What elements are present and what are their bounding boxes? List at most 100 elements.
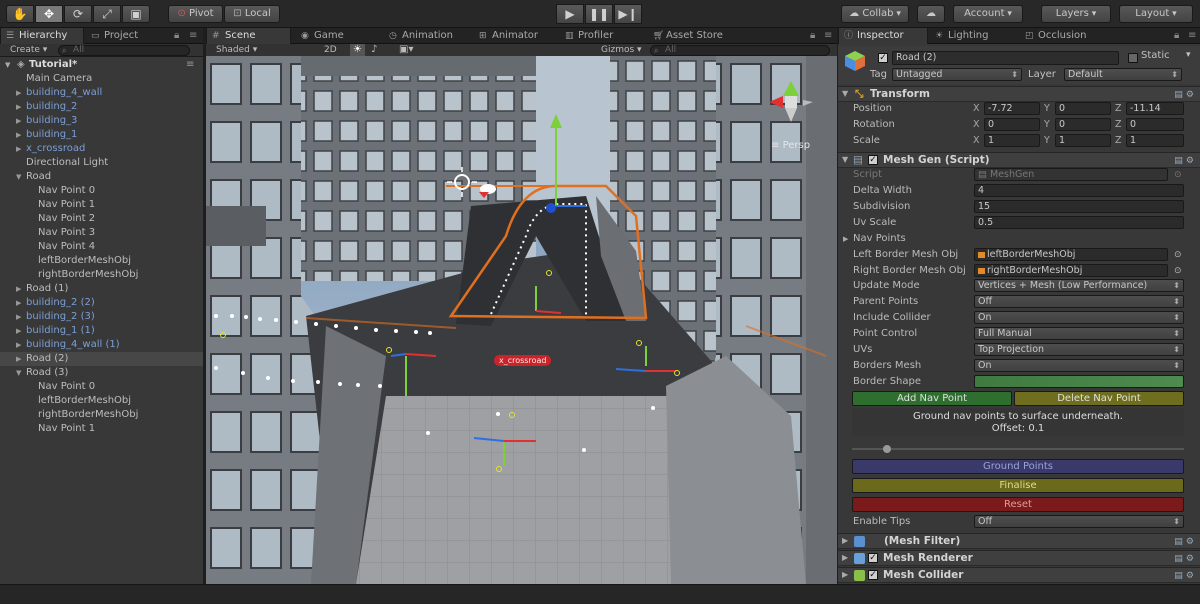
tab-occlusion[interactable]: ◰ Occlusion — [1020, 28, 1110, 44]
static-dropdown-icon[interactable]: ▾ — [1186, 50, 1191, 60]
collab-dropdown[interactable]: ☁ Collab — [841, 5, 909, 23]
panel-menu-icon[interactable]: ≡ — [189, 28, 197, 43]
nav-points-row[interactable]: ▶ Nav Points — [838, 231, 1200, 247]
scale-z-field[interactable]: 1 — [1126, 134, 1184, 147]
lock-icon[interactable]: 🔒︎ — [174, 28, 179, 43]
hierarchy-item[interactable]: ▶ building_4_wall — [0, 86, 203, 100]
hierarchy-item[interactable]: rightBorderMeshObj — [0, 408, 203, 422]
rect-tool-icon[interactable]: ▣ — [122, 5, 150, 23]
hierarchy-item[interactable]: Nav Point 4 — [0, 240, 203, 254]
hierarchy-item[interactable]: ▶ Road (2) — [0, 352, 203, 366]
tab-game[interactable]: ◉ Game — [296, 28, 368, 44]
nav-point-handle[interactable] — [266, 376, 270, 380]
mesh-collider-fold-icon[interactable]: ▶ — [842, 568, 848, 582]
ground-points-button[interactable]: Ground Points — [852, 459, 1184, 474]
hierarchy-item[interactable]: ▶ building_2 — [0, 100, 203, 114]
nav-point-handle[interactable] — [378, 384, 382, 388]
right-border-picker-icon[interactable]: ⊙ — [1174, 263, 1182, 279]
nav-point-handle[interactable] — [214, 314, 218, 318]
hierarchy-search-input[interactable]: All — [58, 45, 190, 56]
expand-arrow-icon[interactable]: ▶ — [16, 338, 21, 352]
expand-arrow-icon[interactable]: ▶ — [16, 324, 21, 338]
point-control-dropdown[interactable]: Full Manual — [974, 327, 1184, 340]
delta-width-field[interactable]: 4 — [974, 184, 1184, 197]
nav-point-handle[interactable] — [314, 322, 318, 326]
hierarchy-item[interactable]: ▶ x_crossroad — [0, 142, 203, 156]
hierarchy-item[interactable]: ▶ building_4_wall (1) — [0, 338, 203, 352]
mesh-collider-checkbox[interactable]: ✓ — [868, 570, 878, 580]
control-point-handle[interactable] — [386, 347, 392, 353]
meshgen-enabled-checkbox[interactable]: ✓ — [868, 155, 878, 165]
control-point-handle[interactable] — [496, 466, 502, 472]
meshgen-fold-icon[interactable]: ▼ — [842, 153, 848, 167]
hierarchy-item[interactable]: Directional Light — [0, 156, 203, 170]
transform-settings-icon[interactable]: ▤ ⚙ — [1174, 88, 1194, 102]
scene-search-input[interactable]: All — [650, 45, 830, 56]
left-border-field[interactable]: leftBorderMeshObj — [974, 248, 1168, 261]
nav-point-handle[interactable] — [294, 320, 298, 324]
static-checkbox[interactable] — [1128, 53, 1138, 63]
reset-button[interactable]: Reset — [852, 497, 1184, 512]
lighting-toggle-icon[interactable]: ☀ — [350, 44, 365, 56]
local-toggle[interactable]: ⊡ Local — [224, 5, 280, 23]
right-border-field[interactable]: rightBorderMeshObj — [974, 264, 1168, 277]
tab-animator[interactable]: ⊞ Animator — [474, 28, 556, 44]
parent-points-dropdown[interactable]: Off — [974, 295, 1184, 308]
nav-point-handle[interactable] — [394, 329, 398, 333]
hierarchy-item[interactable]: ▶ building_2 (2) — [0, 296, 203, 310]
cloud-button[interactable]: ☁ — [917, 5, 945, 23]
move-tool-icon[interactable]: ✥ — [35, 5, 63, 23]
scene-menu-icon[interactable]: ≡ — [186, 58, 194, 72]
expand-arrow-icon[interactable]: ▶ — [16, 296, 21, 310]
tab-animation[interactable]: ◷ Animation — [384, 28, 470, 44]
meshgen-header[interactable]: ▼ ▤ ✓ Mesh Gen (Script) ▤ ⚙ — [838, 152, 1200, 168]
borders-mesh-dropdown[interactable]: On — [974, 359, 1184, 372]
rotate-tool-icon[interactable]: ⟳ — [64, 5, 92, 23]
rotation-y-field[interactable]: 0 — [1055, 118, 1111, 131]
enable-tips-dropdown[interactable]: Off — [974, 515, 1184, 528]
expand-arrow-icon[interactable]: ▶ — [16, 142, 21, 156]
mesh-filter-header[interactable]: ▶ (Mesh Filter) ▤ ⚙ — [838, 533, 1200, 549]
account-dropdown[interactable]: Account — [953, 5, 1023, 23]
hand-tool-icon[interactable]: ✋ — [6, 5, 34, 23]
nav-point-handle[interactable] — [334, 324, 338, 328]
hierarchy-item[interactable]: ▼ Road — [0, 170, 203, 184]
create-dropdown[interactable]: Create — [10, 44, 47, 56]
tab-lighting[interactable]: ☀ Lighting — [930, 28, 1016, 44]
expand-arrow-icon[interactable]: ▶ — [16, 352, 21, 366]
scene-menu-icon[interactable]: ≡ — [824, 28, 832, 43]
step-button[interactable]: ▶❙ — [614, 4, 642, 24]
hierarchy-item[interactable]: ▶ building_1 — [0, 128, 203, 142]
nav-point-handle[interactable] — [241, 371, 245, 375]
nav-point-handle[interactable] — [356, 383, 360, 387]
uv-scale-field[interactable]: 0.5 — [974, 216, 1184, 229]
hierarchy-item[interactable]: leftBorderMeshObj — [0, 394, 203, 408]
offset-slider-thumb[interactable] — [883, 445, 891, 453]
nav-point-handle[interactable] — [582, 448, 586, 452]
audio-toggle-icon[interactable]: ♪ — [371, 44, 377, 56]
tag-dropdown[interactable]: Untagged — [892, 68, 1022, 81]
mesh-collider-settings-icon[interactable]: ▤ ⚙ — [1174, 569, 1194, 583]
hierarchy-item[interactable]: Nav Point 2 — [0, 212, 203, 226]
2d-toggle[interactable]: 2D — [324, 44, 337, 56]
position-y-field[interactable]: 0 — [1055, 102, 1111, 115]
nav-point-handle[interactable] — [214, 366, 218, 370]
expand-arrow-icon[interactable]: ▼ — [16, 170, 21, 184]
nav-point-handle[interactable] — [230, 314, 234, 318]
nav-point-handle[interactable] — [354, 326, 358, 330]
control-point-handle[interactable] — [220, 332, 226, 338]
nav-point-handle[interactable] — [651, 406, 655, 410]
expand-arrow-icon[interactable]: ▶ — [16, 100, 21, 114]
nav-point-handle[interactable] — [258, 317, 262, 321]
hierarchy-item[interactable]: Nav Point 0 — [0, 380, 203, 394]
nav-point-handle[interactable] — [291, 379, 295, 383]
gizmos-dropdown[interactable]: Gizmos — [601, 44, 642, 56]
inspector-lock-icon[interactable]: 🔒︎ — [1174, 28, 1179, 43]
nav-point-handle[interactable] — [414, 330, 418, 334]
nav-point-handle[interactable] — [316, 380, 320, 384]
nav-points-fold-icon[interactable]: ▶ — [843, 231, 848, 247]
mesh-renderer-checkbox[interactable]: ✓ — [868, 553, 878, 563]
hierarchy-item[interactable]: Nav Point 0 — [0, 184, 203, 198]
shading-dropdown[interactable]: Shaded — [216, 44, 296, 56]
hierarchy-item[interactable]: ▼ Road (3) — [0, 366, 203, 380]
